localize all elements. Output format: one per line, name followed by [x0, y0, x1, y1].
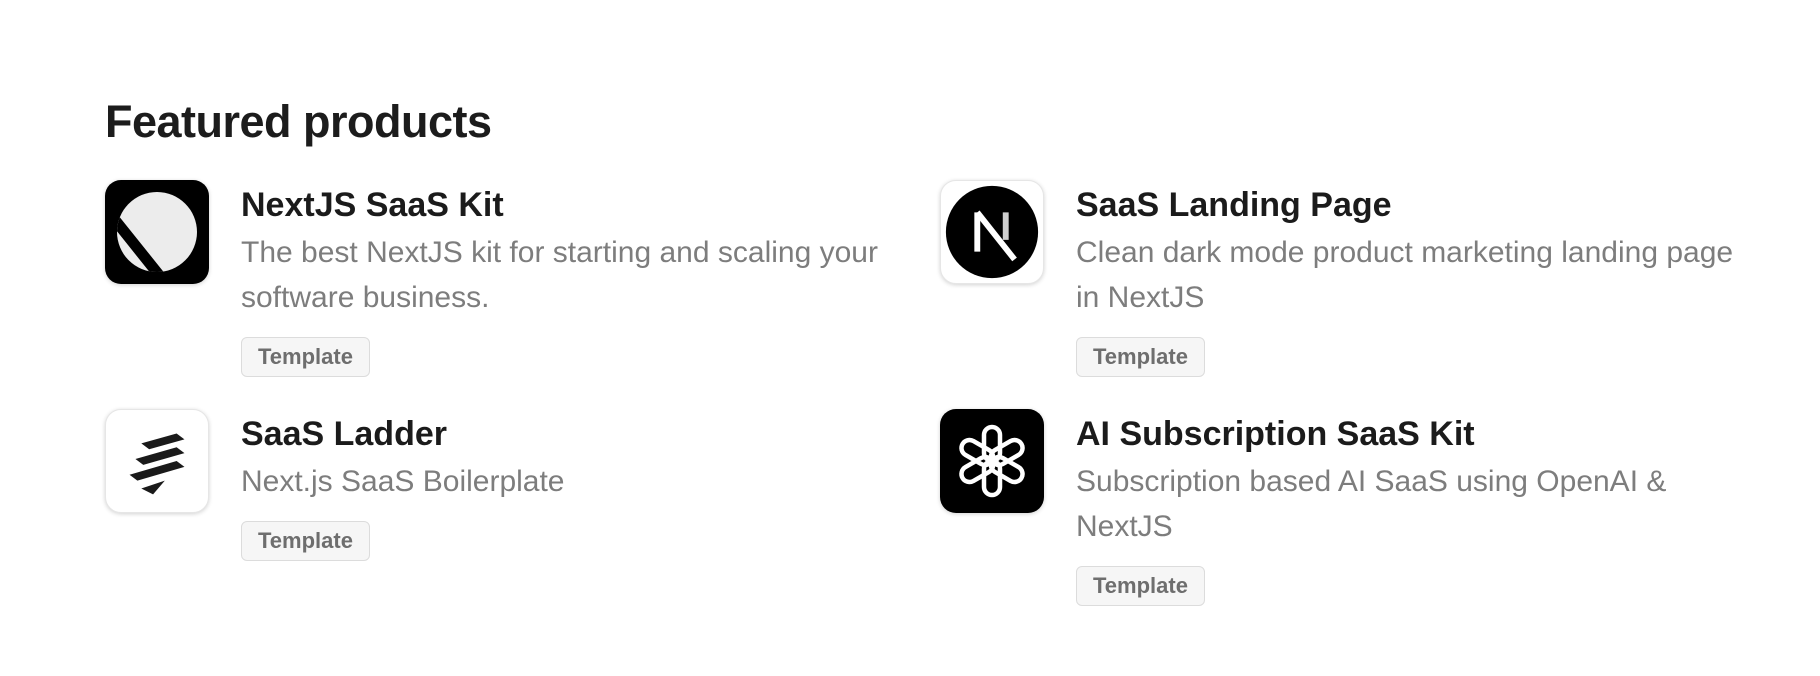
product-info: SaaS Ladder Next.js SaaS Boilerplate Tem…: [241, 409, 901, 561]
product-thumbnail[interactable]: [105, 409, 209, 513]
product-card-saas-landing-page[interactable]: SaaS Landing Page Clean dark mode produc…: [940, 180, 1765, 377]
product-card-ai-subscription-saas-kit[interactable]: AI Subscription SaaS Kit Subscription ba…: [940, 409, 1765, 606]
product-tag-badge[interactable]: Template: [1076, 566, 1205, 606]
nextjs-logo-icon: [945, 185, 1039, 279]
product-info: NextJS SaaS Kit The best NextJS kit for …: [241, 180, 901, 377]
product-card-nextjs-saas-kit[interactable]: NextJS SaaS Kit The best NextJS kit for …: [105, 180, 940, 377]
product-description: Clean dark mode product marketing landin…: [1076, 236, 1734, 314]
product-grid: NextJS SaaS Kit The best NextJS kit for …: [105, 180, 1765, 606]
product-title[interactable]: AI Subscription SaaS Kit: [1076, 411, 1736, 457]
product-title[interactable]: SaaS Landing Page: [1076, 182, 1736, 228]
half-circle-logo-icon: [117, 192, 197, 272]
product-title[interactable]: NextJS SaaS Kit: [241, 182, 901, 228]
product-thumbnail[interactable]: [105, 180, 209, 284]
featured-products-section: Featured products: [105, 94, 1755, 149]
product-info: SaaS Landing Page Clean dark mode produc…: [1076, 180, 1736, 377]
product-tag-badge[interactable]: Template: [241, 521, 370, 561]
product-thumbnail[interactable]: [940, 409, 1044, 513]
product-info: AI Subscription SaaS Kit Subscription ba…: [1076, 409, 1736, 606]
product-description: The best NextJS kit for starting and sca…: [241, 236, 878, 314]
section-title: Featured products: [105, 96, 492, 147]
product-tag-badge[interactable]: Template: [1076, 337, 1205, 377]
product-thumbnail[interactable]: [940, 180, 1044, 284]
openai-logo-icon: [959, 424, 1025, 498]
product-description: Subscription based AI SaaS using OpenAI …: [1076, 465, 1667, 543]
product-title[interactable]: SaaS Ladder: [241, 411, 901, 457]
ladder-logo-icon: [129, 433, 185, 495]
product-description: Next.js SaaS Boilerplate: [241, 465, 565, 498]
product-card-saas-ladder[interactable]: SaaS Ladder Next.js SaaS Boilerplate Tem…: [105, 409, 940, 606]
product-tag-badge[interactable]: Template: [241, 337, 370, 377]
